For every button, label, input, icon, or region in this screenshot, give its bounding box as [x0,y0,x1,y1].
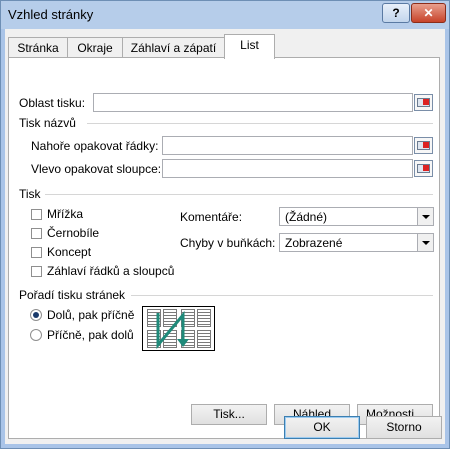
over-then-down-radio[interactable] [30,329,42,341]
page-order-section: Pořadí tisku stránek [19,288,126,302]
cols-to-repeat-input[interactable] [162,159,413,178]
row-col-headings-label: Záhlaví řádků a sloupců [47,264,175,278]
print-section: Tisk [19,187,41,201]
cell-errors-select[interactable]: Zobrazené [279,233,434,252]
comments-value: (Žádné) [285,210,328,224]
cols-range-picker-icon[interactable] [414,160,433,177]
down-then-over-label: Dolů, pak příčně [47,308,135,322]
cell-errors-label: Chyby v buňkách: [180,236,276,250]
print-area-range-picker-icon[interactable] [414,94,433,111]
comments-select[interactable]: (Žádné) [279,207,434,226]
tab-sheet[interactable]: List [224,34,275,59]
chevron-down-icon[interactable] [417,234,433,251]
print-titles-section: Tisk názvů [19,116,76,130]
window-title: Vzhled stránky [8,7,94,22]
cell-errors-value: Zobrazené [285,236,343,250]
print-divider [45,194,433,195]
page-order-arrow-icon [156,310,189,350]
cancel-button[interactable]: Storno [366,416,442,439]
print-area-label: Oblast tisku: [19,96,86,110]
close-button[interactable]: ✕ [411,3,446,23]
tab-header-footer[interactable]: Záhlaví a zápatí [122,37,225,58]
dialog-client: Stránka Okraje Záhlaví a zápatí List Obl… [5,29,445,444]
print-button[interactable]: Tisk... [191,404,267,425]
over-then-down-label: Příčně, pak dolů [47,328,134,342]
comments-label: Komentáře: [180,210,243,224]
print-titles-divider [87,123,433,124]
rows-to-repeat-label: Nahoře opakovat řádky: [31,139,159,153]
ok-button[interactable]: OK [284,416,360,439]
black-white-label: Černobíle [47,226,100,240]
print-area-input[interactable] [93,93,413,112]
sheet-tab-panel: Oblast tisku: Tisk názvů Nahoře opakovat… [8,57,440,439]
tab-page[interactable]: Stránka [8,37,68,58]
row-col-headings-checkbox[interactable] [31,266,42,277]
page-order-divider [131,295,433,296]
page-setup-dialog: Vzhled stránky ? ✕ Stránka Okraje Záhlav… [0,0,450,449]
draft-checkbox[interactable] [31,247,42,258]
rows-range-picker-icon[interactable] [414,137,433,154]
down-then-over-radio[interactable] [30,309,42,321]
chevron-down-icon[interactable] [417,208,433,225]
gridlines-label: Mřížka [47,207,83,221]
draft-label: Koncept [47,245,92,259]
black-white-checkbox[interactable] [31,228,42,239]
rows-to-repeat-input[interactable] [162,136,413,155]
help-button[interactable]: ? [382,3,410,23]
title-bar: Vzhled stránky ? ✕ [1,1,449,29]
page-order-preview-icon [142,306,215,351]
cols-to-repeat-label: Vlevo opakovat sloupce: [31,162,162,176]
gridlines-checkbox[interactable] [31,209,42,220]
tab-margins[interactable]: Okraje [67,37,123,58]
